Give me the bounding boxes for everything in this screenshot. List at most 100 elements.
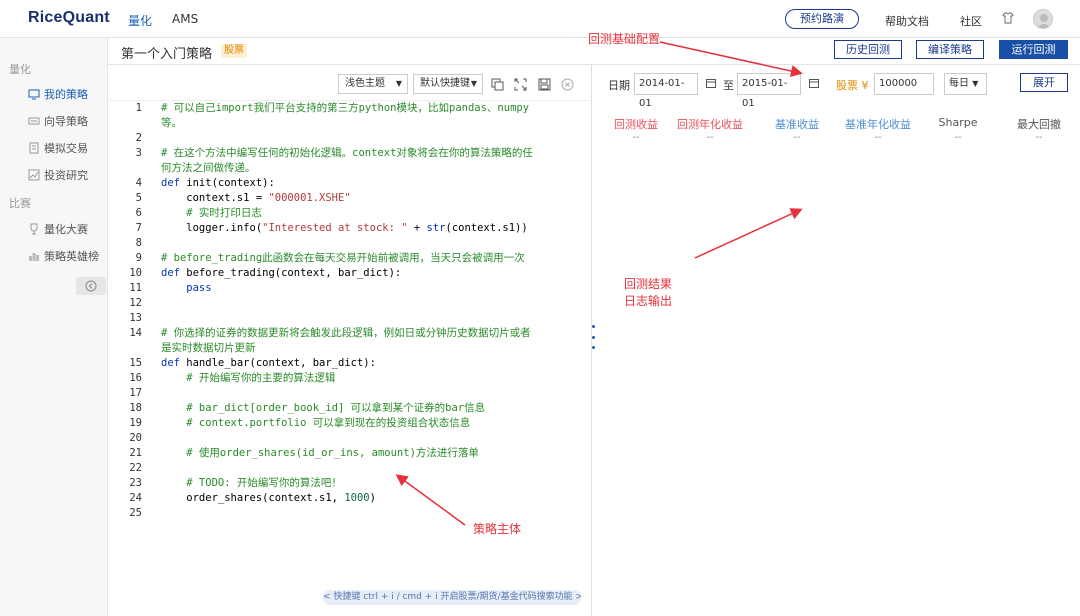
shortcut-select-value: 默认快捷键 (420, 78, 470, 89)
nav-link-quant[interactable]: 量化 (128, 12, 152, 29)
line-number: 25 (129, 507, 142, 519)
sidebar-item-contest[interactable]: 量化大赛 (28, 221, 88, 237)
expand-button[interactable]: 展开 (1020, 73, 1068, 92)
line-source: # context.portfolio 可以拿到现在的投资组合状态信息 (161, 416, 470, 431)
code-line[interactable]: 11 pass (108, 281, 592, 296)
fullscreen-icon[interactable] (514, 78, 527, 91)
code-token: # bar_dict[order_book_id] 可以拿到某个证券的bar信息 (161, 402, 486, 414)
metric-value: -- (1035, 132, 1043, 143)
code-line[interactable]: 12 (108, 296, 592, 311)
code-token: init(context): (179, 177, 275, 189)
code-token: # TODO: 开始编写你的算法吧！ (161, 477, 342, 489)
code-line[interactable]: 2 (108, 131, 592, 146)
annotation-results-line2: 日志输出 (624, 294, 673, 308)
close-icon[interactable] (561, 78, 574, 91)
code-line[interactable]: 21 # 使用order_shares(id_or_ins, amount)方法… (108, 446, 592, 461)
copy-icon[interactable] (491, 78, 504, 91)
line-source: def before_trading(context, bar_dict): (161, 266, 401, 281)
nav-link-help[interactable]: 帮助文档 (885, 13, 929, 29)
code-line[interactable]: 何方法之间做传递。 (108, 161, 592, 176)
code-token: context.s1 = (161, 192, 269, 204)
code-line[interactable]: 22 (108, 461, 592, 476)
sidebar-item-label: 模拟交易 (44, 142, 88, 155)
nav-link-community[interactable]: 社区 (960, 13, 982, 29)
sidebar-section-quant: 量化 (9, 63, 31, 76)
code-token: # 使用order_shares(id_or_ins, amount)方法进行落… (161, 447, 479, 459)
shortcut-hint: < 快捷键 ctrl + i / cmd + i 开启股票/期货/基金代码搜索功… (323, 590, 581, 605)
line-source: # bar_dict[order_book_id] 可以拿到某个证券的bar信息 (161, 401, 485, 416)
document-icon (29, 142, 39, 154)
code-line[interactable]: 6 # 实时打印日志 (108, 206, 592, 221)
line-source: context.s1 = "000001.XSHE" (161, 191, 350, 206)
line-source: order_shares(context.s1, 1000) (161, 491, 376, 506)
compile-strategy-button[interactable]: 编译策略 (916, 40, 984, 59)
start-date-input[interactable]: 2014-01-01 (634, 73, 698, 109)
code-area[interactable]: 1 # 可以自己import我们平台支持的第三方python模块，比如pandas… (108, 101, 592, 521)
code-token: logger.info( (161, 222, 263, 234)
line-number: 4 (135, 177, 142, 189)
frequency-select[interactable]: 每日 ▼ (944, 73, 987, 95)
run-backtest-button[interactable]: 运行回测 (999, 40, 1068, 59)
nav-link-ams[interactable]: AMS (172, 12, 198, 26)
line-source: 等。 (161, 116, 182, 131)
code-line[interactable]: 25 (108, 506, 592, 521)
code-line[interactable]: 19 # context.portfolio 可以拿到现在的投资组合状态信息 (108, 416, 592, 431)
code-line[interactable]: 15 def handle_bar(context, bar_dict): (108, 356, 592, 371)
metric-value: -- (874, 132, 882, 143)
code-line[interactable]: 18 # bar_dict[order_book_id] 可以拿到某个证券的ba… (108, 401, 592, 416)
code-token: # context.portfolio 可以拿到现在的投资组合状态信息 (161, 417, 471, 429)
code-line[interactable]: 8 (108, 236, 592, 251)
code-line[interactable]: 5 context.s1 = "000001.XSHE" (108, 191, 592, 206)
logo[interactable]: RiceQuant (28, 9, 110, 27)
line-number: 7 (135, 222, 142, 234)
line-number: 6 (135, 207, 142, 219)
line-source: def init(context): (161, 176, 275, 191)
capital-input[interactable]: 100000 (874, 73, 934, 95)
sidebar-item-paper-trading[interactable]: 模拟交易 (28, 140, 88, 156)
line-source: # TODO: 开始编写你的算法吧！ (161, 476, 342, 491)
code-token: # 开始编写你的主要的算法逻辑 (161, 372, 336, 384)
code-line[interactable]: 23 # TODO: 开始编写你的算法吧！ (108, 476, 592, 491)
line-source: def handle_bar(context, bar_dict): (161, 356, 376, 371)
calendar-icon[interactable] (706, 78, 716, 88)
code-line[interactable]: 10 def before_trading(context, bar_dict): (108, 266, 592, 281)
guide-icon (28, 117, 40, 125)
book-roadshow-button[interactable]: 预约路演 (785, 9, 859, 29)
sidebar-collapse-button[interactable] (76, 277, 106, 295)
calendar-icon[interactable] (809, 78, 819, 88)
pane-splitter[interactable] (591, 325, 595, 349)
code-token: def (161, 267, 180, 279)
code-line[interactable]: 14 # 你选择的证券的数据更新将会触发此段逻辑，例如日或分钟历史数据切片或者 (108, 326, 592, 341)
save-icon[interactable] (538, 78, 551, 91)
code-line[interactable]: 17 (108, 386, 592, 401)
code-token: # 你选择的证券的数据更新将会触发此段逻辑，例如日或分钟历史数据切片或者 (161, 327, 531, 339)
sidebar-item-my-strategies[interactable]: 我的策略 (28, 86, 88, 102)
code-line[interactable]: 7 logger.info("Interested at stock: " + … (108, 221, 592, 236)
code-line[interactable]: 9 # before_trading此函数会在每天交易开始前被调用，当天只会被调用… (108, 251, 592, 266)
avatar[interactable] (1033, 9, 1053, 29)
theme-select[interactable]: 浅色主题 ▼ (338, 74, 408, 94)
backtest-results-pane: 日期 2014-01-01 至 2015-01-01 股票 ¥ 100000 每… (596, 65, 1080, 616)
code-token: "Interested at stock: " (262, 222, 408, 234)
code-line[interactable]: 16 # 开始编写你的主要的算法逻辑 (108, 371, 592, 386)
code-line[interactable]: 13 (108, 311, 592, 326)
code-line[interactable]: 4 def init(context): (108, 176, 592, 191)
caret-down-icon: ▼ (395, 79, 402, 88)
shirt-icon[interactable] (1002, 12, 1014, 24)
frequency-select-value: 每日 (949, 78, 969, 89)
code-line[interactable]: 24 order_shares(context.s1, 1000) (108, 491, 592, 506)
strategy-title[interactable]: 第一个入门策略 (121, 43, 212, 62)
code-token: 等。 (161, 117, 182, 129)
history-backtest-button[interactable]: 历史回测 (834, 40, 902, 59)
chart-icon (28, 169, 40, 181)
shortcut-select[interactable]: 默认快捷键 ▼ (413, 74, 483, 94)
sidebar-item-leaderboard[interactable]: 策略英雄榜 (28, 248, 99, 264)
sidebar-item-guided-strategies[interactable]: 向导策略 (28, 113, 88, 129)
code-line[interactable]: 是实时数据切片更新 (108, 341, 592, 356)
code-line[interactable]: 1 # 可以自己import我们平台支持的第三方python模块，比如pandas… (108, 101, 592, 116)
code-line[interactable]: 3 # 在这个方法中编写任何的初始化逻辑。context对象将会在你的算法策略的任 (108, 146, 592, 161)
sidebar-item-research[interactable]: 投资研究 (28, 167, 88, 183)
code-line[interactable]: 20 (108, 431, 592, 446)
end-date-input[interactable]: 2015-01-01 (737, 73, 801, 109)
code-line[interactable]: 等。 (108, 116, 592, 131)
